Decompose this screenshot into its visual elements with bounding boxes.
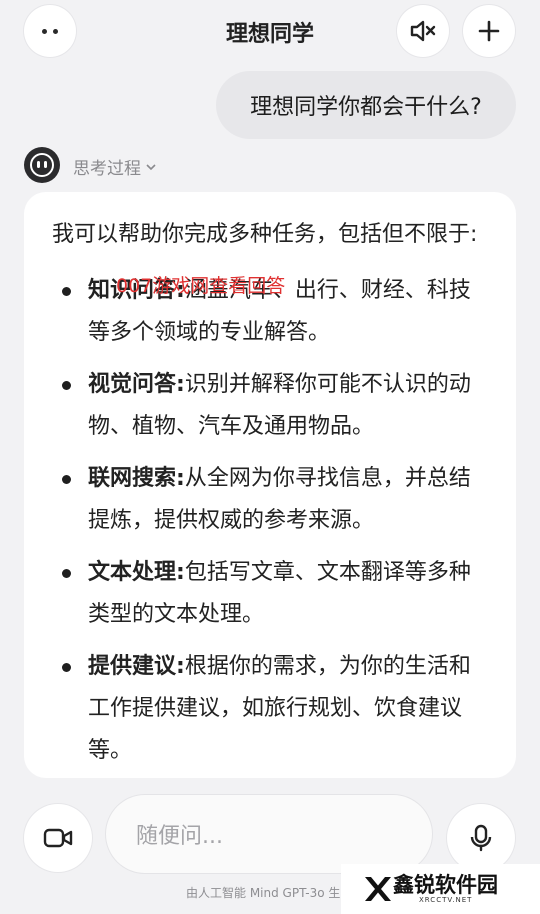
speaker-muted-icon (410, 20, 436, 42)
app-screen: 理想同学 理想同学你都会干什么? 思考过程 我可以帮助你完成多种任务，包括但不限… (0, 0, 540, 914)
answer-list: 知识问答:涵盖汽车、出行、财经、科技等多个领域的专业解答。 视觉问答:识别并解释… (52, 270, 488, 772)
item-colon: : (176, 372, 185, 397)
item-title: 文本处理 (88, 560, 177, 585)
plus-icon (478, 20, 500, 42)
user-message-bubble: 理想同学你都会干什么? (216, 71, 516, 139)
item-title: 提供建议 (88, 654, 177, 679)
site-watermark-text: 007游戏网查看回答 (116, 275, 286, 297)
bullet-dot (62, 287, 71, 296)
ai-disclaimer: 由人工智能 Mind GPT-3o 生 (186, 886, 341, 900)
item-colon: : (176, 654, 185, 679)
mute-button[interactable] (397, 5, 449, 57)
thinking-label: 思考过程 (73, 159, 141, 179)
thinking-toggle[interactable]: 思考过程 (73, 154, 157, 179)
bullet-dot (62, 569, 71, 578)
logo-name: 鑫锐软件园 (393, 873, 498, 897)
item-title: 视觉问答 (88, 372, 177, 397)
item-title: 联网搜索 (88, 466, 177, 491)
assistant-face-icon (30, 153, 54, 177)
microphone-icon (470, 824, 492, 852)
answer-intro: 我可以帮助你完成多种任务，包括但不限于: (52, 222, 478, 247)
logo-mark-icon (365, 877, 391, 901)
video-camera-icon (43, 828, 73, 848)
chat-input-placeholder: 随便问... (136, 824, 223, 849)
top-bar: 理想同学 (0, 0, 540, 64)
assistant-answer-card: 我可以帮助你完成多种任务，包括但不限于: 知识问答:涵盖汽车、出行、财经、科技等… (24, 192, 516, 778)
list-item: 联网搜索:从全网为你寻找信息，并总结提炼，提供权威的参考来源。 (52, 458, 488, 542)
bullet-dot (62, 663, 71, 672)
composer-bar: 随便问... (0, 794, 540, 874)
chat-input[interactable]: 随便问... (106, 795, 432, 873)
site-logo: 鑫锐软件园 XRCCTV.NET (341, 864, 540, 914)
voice-input-button[interactable] (447, 804, 515, 872)
page-title: 理想同学 (225, 22, 314, 47)
assistant-avatar (24, 147, 60, 183)
bullet-dot (62, 381, 71, 390)
chevron-down-icon (146, 163, 156, 170)
item-colon: : (176, 466, 185, 491)
new-chat-button[interactable] (463, 5, 515, 57)
item-colon: : (176, 560, 185, 585)
video-button[interactable] (24, 804, 92, 872)
logo-domain: XRCCTV.NET (419, 896, 473, 904)
list-item: 文本处理:包括写文章、文本翻译等多种类型的文本处理。 (52, 552, 488, 636)
list-item: 视觉问答:识别并解释你可能不认识的动物、植物、汽车及通用物品。 (52, 364, 488, 448)
list-item: 提供建议:根据你的需求，为你的生活和工作提供建议，如旅行规划、饮食建议等。 (52, 646, 488, 772)
bullet-dot (62, 475, 71, 484)
